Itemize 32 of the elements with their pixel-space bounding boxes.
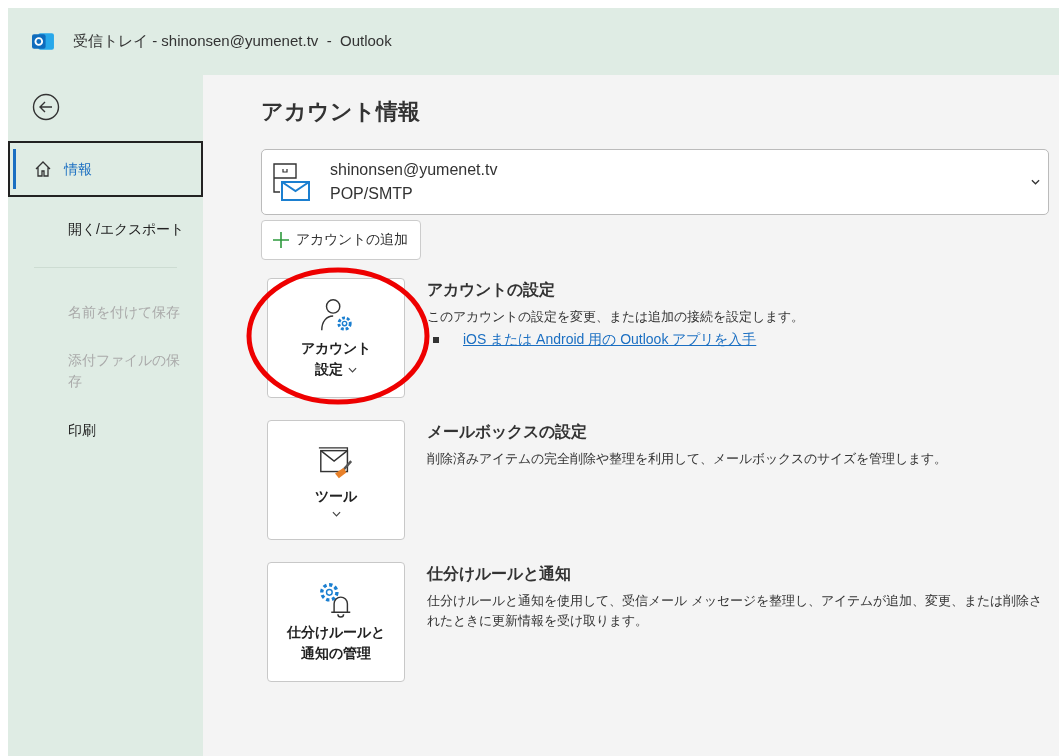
section-button[interactable]: アカウント 設定 — [267, 278, 405, 398]
caret-icon — [331, 510, 341, 517]
sidebar-label: 印刷 — [68, 420, 96, 440]
chevron-down-icon — [1031, 179, 1040, 185]
section-description: このアカウントの設定を変更、または追加の接続を設定します。 — [427, 308, 805, 326]
add-account-button[interactable]: アカウントの追加 — [261, 220, 421, 260]
plus-icon — [272, 231, 290, 249]
window-title: 受信トレイ - shinonsen@yumenet.tv - Outlook — [73, 32, 392, 51]
section-description: 削除済みアイテムの完全削除や整理を利用して、メールボックスのサイズを管理します。 — [427, 450, 948, 468]
sidebar-label: 名前を付けて保存 — [68, 302, 180, 322]
section-title: 仕分けルールと通知 — [427, 564, 572, 584]
mailbox-icon — [272, 162, 312, 202]
home-icon — [34, 160, 52, 178]
outlook-logo-icon — [32, 31, 55, 52]
section-title: アカウントの設定 — [427, 280, 556, 300]
account-dropdown[interactable]: shinonsen@yumenet.tv POP/SMTP — [261, 149, 1049, 215]
sidebar-label: 開く/エクスポート — [68, 219, 184, 239]
sidebar-item[interactable]: 開く/エクスポート — [8, 209, 203, 249]
sidebar-item[interactable]: 印刷 — [8, 410, 203, 450]
account-email: shinonsen@yumenet.tv — [330, 161, 499, 179]
caret-icon — [348, 367, 357, 374]
section-button[interactable]: ツール — [267, 420, 405, 540]
bullet-icon — [433, 337, 439, 343]
sidebar-label: 情報 — [64, 159, 92, 179]
section-title: メールボックスの設定 — [427, 422, 588, 442]
account-type: POP/SMTP — [330, 185, 414, 203]
section-button[interactable]: 仕分けルールと 通知の管理 — [267, 562, 405, 682]
section-description: 仕分けルールと通知を使用して、受信メール メッセージを整理し、アイテムが追加、変更、または削除されたときに更新情報を受け取ります。 — [427, 592, 1043, 630]
page-heading: アカウント情報 — [261, 98, 421, 126]
sidebar-label: 添付ファイルの保存 — [68, 351, 181, 391]
app-link[interactable]: iOS または Android 用の Outlook アプリを入手 — [463, 331, 757, 349]
sidebar-item[interactable]: 情報 — [8, 141, 203, 197]
